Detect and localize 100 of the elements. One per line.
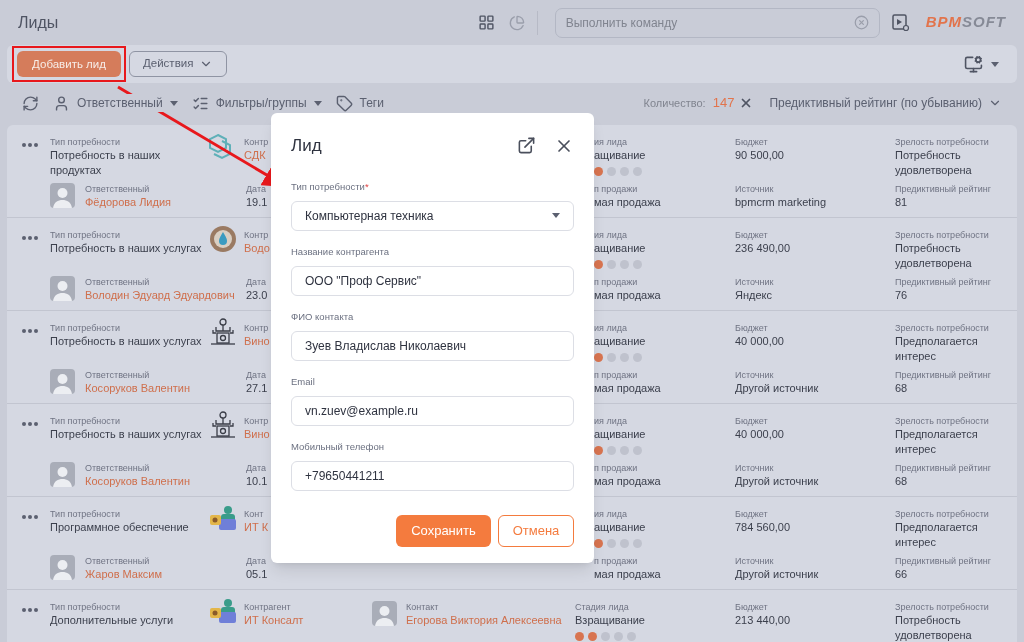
field-label: Предиктивный рейтинг <box>895 183 991 195</box>
field-label: Зрелость потребности <box>895 508 989 520</box>
field-label: Тип потребности <box>50 601 120 613</box>
field-label: Зрелость потребности <box>895 229 989 241</box>
need-maturity: Предполагается интерес <box>895 334 979 364</box>
field-label: Ответственный <box>85 276 150 288</box>
field-label: ФИО контакта <box>291 310 354 323</box>
dialog-title: Лид <box>291 135 322 157</box>
field-label: Контрагент <box>244 601 291 613</box>
field-label: Бюджет <box>735 601 768 613</box>
field-label: Тип потребности <box>50 508 120 520</box>
field-label: Ответственный <box>85 462 150 474</box>
need-type: Потребность в наших услугах <box>50 334 202 349</box>
source-value: Другой источник <box>735 474 819 489</box>
field-label: Предиктивный рейтинг <box>895 462 991 474</box>
field-label: Тип потребности* <box>291 180 369 193</box>
field-label: Название контрагента <box>291 245 390 258</box>
lead-stage: ащивание <box>594 148 646 163</box>
source-value: Яндекс <box>735 288 772 303</box>
field-label: Контр <box>244 229 269 241</box>
field-label: Тип потребности <box>50 136 120 148</box>
sale-type: мая продажа <box>594 567 661 582</box>
field-label: Контакт <box>406 601 439 613</box>
field-label: Ответственный <box>85 369 150 381</box>
field-label: Зрелость потребности <box>895 322 989 334</box>
budget-value: 236 490,00 <box>735 241 791 256</box>
need-type: Потребность в наших услугах <box>50 241 202 256</box>
field-label: Контр <box>244 136 269 148</box>
need-maturity: Потребность удовлетворена <box>895 613 973 642</box>
need-type: Потребность в наших услугах <box>50 427 202 442</box>
field-label: Зрелость потребности <box>895 415 989 427</box>
source-value: Другой источник <box>735 381 819 396</box>
budget-value: 784 560,00 <box>735 520 791 535</box>
field-label: ия лида <box>594 229 627 241</box>
field-label: Источник <box>735 183 774 195</box>
field-label: п продажи <box>594 369 638 381</box>
field-label: Предиктивный рейтинг <box>895 276 991 288</box>
field-label: Тип потребности <box>50 322 120 334</box>
field-label: Тип потребности <box>50 415 120 427</box>
lead-stage: Взращивание <box>575 613 645 628</box>
need-maturity: Предполагается интерес <box>895 427 979 457</box>
date-value: 23.0 <box>246 288 268 303</box>
sale-type: мая продажа <box>594 381 661 396</box>
field-label: Мобильный телефон <box>291 440 384 453</box>
field-label: Дата <box>246 183 266 195</box>
budget-value: 40 000,00 <box>735 334 784 349</box>
field-label: п продажи <box>594 183 638 195</box>
field-label: ия лида <box>594 508 627 520</box>
field-label: Дата <box>246 555 266 567</box>
field-label: Ответственный <box>85 555 150 567</box>
field-label: Бюджет <box>735 136 768 148</box>
field-label: Бюджет <box>735 415 768 427</box>
field-label: п продажи <box>594 276 638 288</box>
need-maturity: Предполагается интерес <box>895 520 979 550</box>
field-label: п продажи <box>594 462 638 474</box>
lead-stage: ащивание <box>594 427 646 442</box>
page-title: Лиды <box>18 12 60 33</box>
budget-value: 90 500,00 <box>735 148 784 163</box>
count-label: Количество: <box>643 95 706 111</box>
need-type: Потребность в наших продуктах <box>50 148 162 178</box>
date-value: 19.1 <box>246 195 268 210</box>
field-label: Источник <box>735 369 774 381</box>
count-value: 147 <box>712 94 735 113</box>
sale-type: мая продажа <box>594 288 661 303</box>
rating-value: 68 <box>895 381 908 396</box>
field-label: Предиктивный рейтинг <box>895 369 991 381</box>
field-label: Конт <box>244 508 264 520</box>
date-value: 27.1 <box>246 381 268 396</box>
field-label: Email <box>291 375 315 388</box>
need-type: Программное обеспечение <box>50 520 189 535</box>
field-label: Дата <box>246 369 266 381</box>
field-label: Источник <box>735 462 774 474</box>
field-label: Тип потребности <box>50 229 120 241</box>
source-value: Другой источник <box>735 567 819 582</box>
rating-value: 68 <box>895 474 908 489</box>
field-label: Стадия лида <box>575 601 629 613</box>
field-label: Контр <box>244 322 269 334</box>
rating-value: 76 <box>895 288 908 303</box>
lead-stage: ащивание <box>594 520 646 535</box>
field-label: Предиктивный рейтинг <box>895 555 991 567</box>
field-label: п продажи <box>594 555 638 567</box>
budget-value: 40 000,00 <box>735 427 784 442</box>
field-label: Зрелость потребности <box>895 136 989 148</box>
field-label: Бюджет <box>735 229 768 241</box>
field-label: ия лида <box>594 415 627 427</box>
field-label: Дата <box>246 276 266 288</box>
field-label: Ответственный <box>85 183 150 195</box>
field-label: Зрелость потребности <box>895 601 989 613</box>
field-label: Бюджет <box>735 508 768 520</box>
rating-value: 81 <box>895 195 908 210</box>
field-label: ия лида <box>594 136 627 148</box>
date-value: 05.1 <box>246 567 268 582</box>
field-label: Источник <box>735 276 774 288</box>
need-maturity: Потребность удовлетворена <box>895 241 973 271</box>
field-label: ия лида <box>594 322 627 334</box>
brand-logo: BPMSOFT <box>925 12 1006 33</box>
source-value: bpmcrm marketing <box>735 195 827 210</box>
lead-stage: ащивание <box>594 334 646 349</box>
rating-value: 66 <box>895 567 908 582</box>
field-label: Источник <box>735 555 774 567</box>
